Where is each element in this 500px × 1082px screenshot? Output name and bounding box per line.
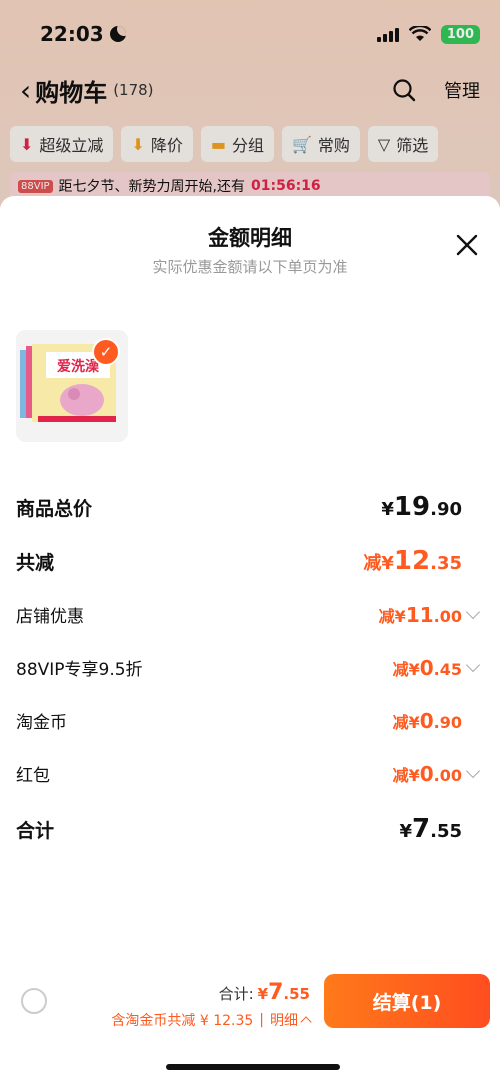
close-icon[interactable] bbox=[456, 234, 478, 256]
select-all-radio[interactable] bbox=[21, 988, 47, 1014]
row-amount: ¥19.90 bbox=[381, 492, 462, 522]
row-amount: ¥7.55 bbox=[399, 814, 462, 844]
home-indicator bbox=[166, 1064, 340, 1070]
row-label: 红包 bbox=[16, 766, 50, 786]
detail-link[interactable]: 明细 bbox=[270, 1010, 298, 1030]
total-label: 合计: bbox=[218, 985, 254, 1003]
row-amount: 减¥0.90 bbox=[392, 708, 462, 733]
sheet-subtitle: 实际优惠金额请以下单页为准 bbox=[152, 258, 348, 276]
row-amount: 减¥12.35 bbox=[363, 546, 462, 576]
detail-row-vip-discount[interactable]: 88VIP专享9.5折 减¥0.45 bbox=[16, 655, 481, 680]
detail-row-red-packet[interactable]: 红包 减¥0.00 bbox=[16, 761, 481, 786]
checkout-bar: 合计: ¥7.55 含淘金币共减 ¥ 12.35 | 明细 结算(1) bbox=[0, 970, 500, 1034]
product-title-text: 爱洗澡 bbox=[57, 358, 100, 375]
row-label: 共减 bbox=[16, 551, 55, 574]
detail-row-coins: 淘金币 减¥0.90 bbox=[16, 708, 478, 734]
amount-detail-sheet: 金额明细 实际优惠金额请以下单页为准 爱洗澡 ✓ 商品总价 ¥19.90 共减 … bbox=[0, 196, 500, 1082]
row-label: 合计 bbox=[16, 819, 55, 842]
row-label: 店铺优惠 bbox=[16, 607, 84, 627]
row-amount: 减¥0.45 bbox=[392, 655, 462, 680]
row-label: 88VIP专享9.5折 bbox=[16, 660, 143, 680]
selected-check-icon[interactable]: ✓ bbox=[92, 338, 120, 366]
detail-row-sum: 合计 ¥7.55 bbox=[16, 814, 478, 844]
detail-row-total-price: 商品总价 ¥19.90 bbox=[16, 492, 478, 522]
total-line: 合计: ¥7.55 bbox=[219, 980, 310, 1005]
detail-row-shop-discount[interactable]: 店铺优惠 减¥11.00 bbox=[16, 602, 481, 627]
chevron-down-icon[interactable] bbox=[465, 657, 481, 673]
checkout-button[interactable]: 结算(1) bbox=[324, 974, 490, 1028]
row-label: 商品总价 bbox=[16, 497, 93, 520]
detail-row-total-discount: 共减 减¥12.35 bbox=[16, 546, 478, 576]
row-label: 淘金币 bbox=[16, 713, 67, 733]
sheet-title: 金额明细 bbox=[208, 226, 292, 250]
total-amount: ¥7.55 bbox=[257, 980, 310, 1005]
saving-text: 含淘金币共减 ¥ 12.35 bbox=[111, 1013, 254, 1029]
row-amount: 减¥0.00 bbox=[392, 761, 462, 786]
row-amount: 减¥11.00 bbox=[378, 602, 462, 627]
chevron-down-icon[interactable] bbox=[465, 604, 481, 620]
saving-summary[interactable]: 含淘金币共减 ¥ 12.35 | 明细 bbox=[111, 1010, 312, 1030]
chevron-up-icon[interactable] bbox=[300, 1016, 312, 1028]
chevron-down-icon[interactable] bbox=[465, 763, 481, 779]
separator: | bbox=[259, 1012, 264, 1028]
